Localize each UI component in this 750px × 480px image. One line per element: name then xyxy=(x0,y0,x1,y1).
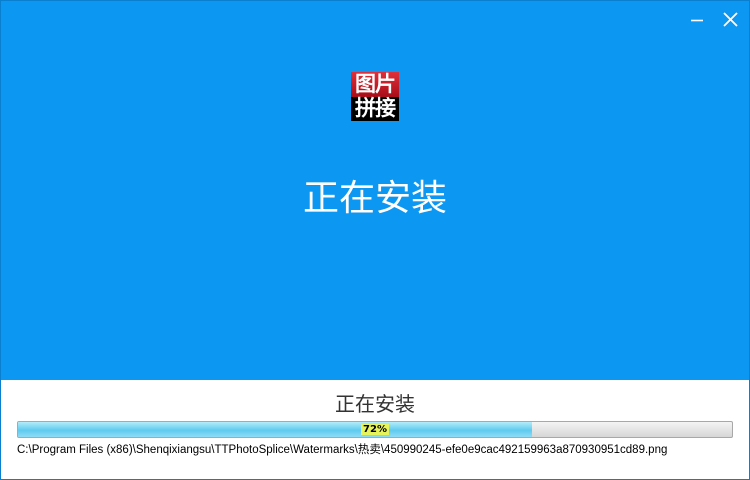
minimize-button[interactable] xyxy=(685,8,709,32)
minimize-icon xyxy=(691,19,703,22)
app-logo: 图片 拼接 xyxy=(351,72,399,121)
progress-percent: 72% xyxy=(18,422,732,437)
header-banner: 图片 拼接 正在安装 xyxy=(0,0,750,380)
installing-heading: 正在安装 xyxy=(302,178,447,219)
close-button[interactable] xyxy=(718,8,742,32)
logo-text-line2: 拼接 xyxy=(355,96,396,120)
installer-window: 图片 拼接 正在安装 正在安装 72% C:\Program Files (x8… xyxy=(0,0,750,480)
progress-bar: 72% xyxy=(17,421,733,438)
logo-text-line1: 图片 xyxy=(355,72,396,96)
close-icon xyxy=(723,12,738,27)
status-label: 正在安装 xyxy=(335,392,415,416)
progress-percent-text: 72% xyxy=(361,424,389,435)
current-file-path: C:\Program Files (x86)\Shenqixiangsu\TTP… xyxy=(17,444,668,456)
